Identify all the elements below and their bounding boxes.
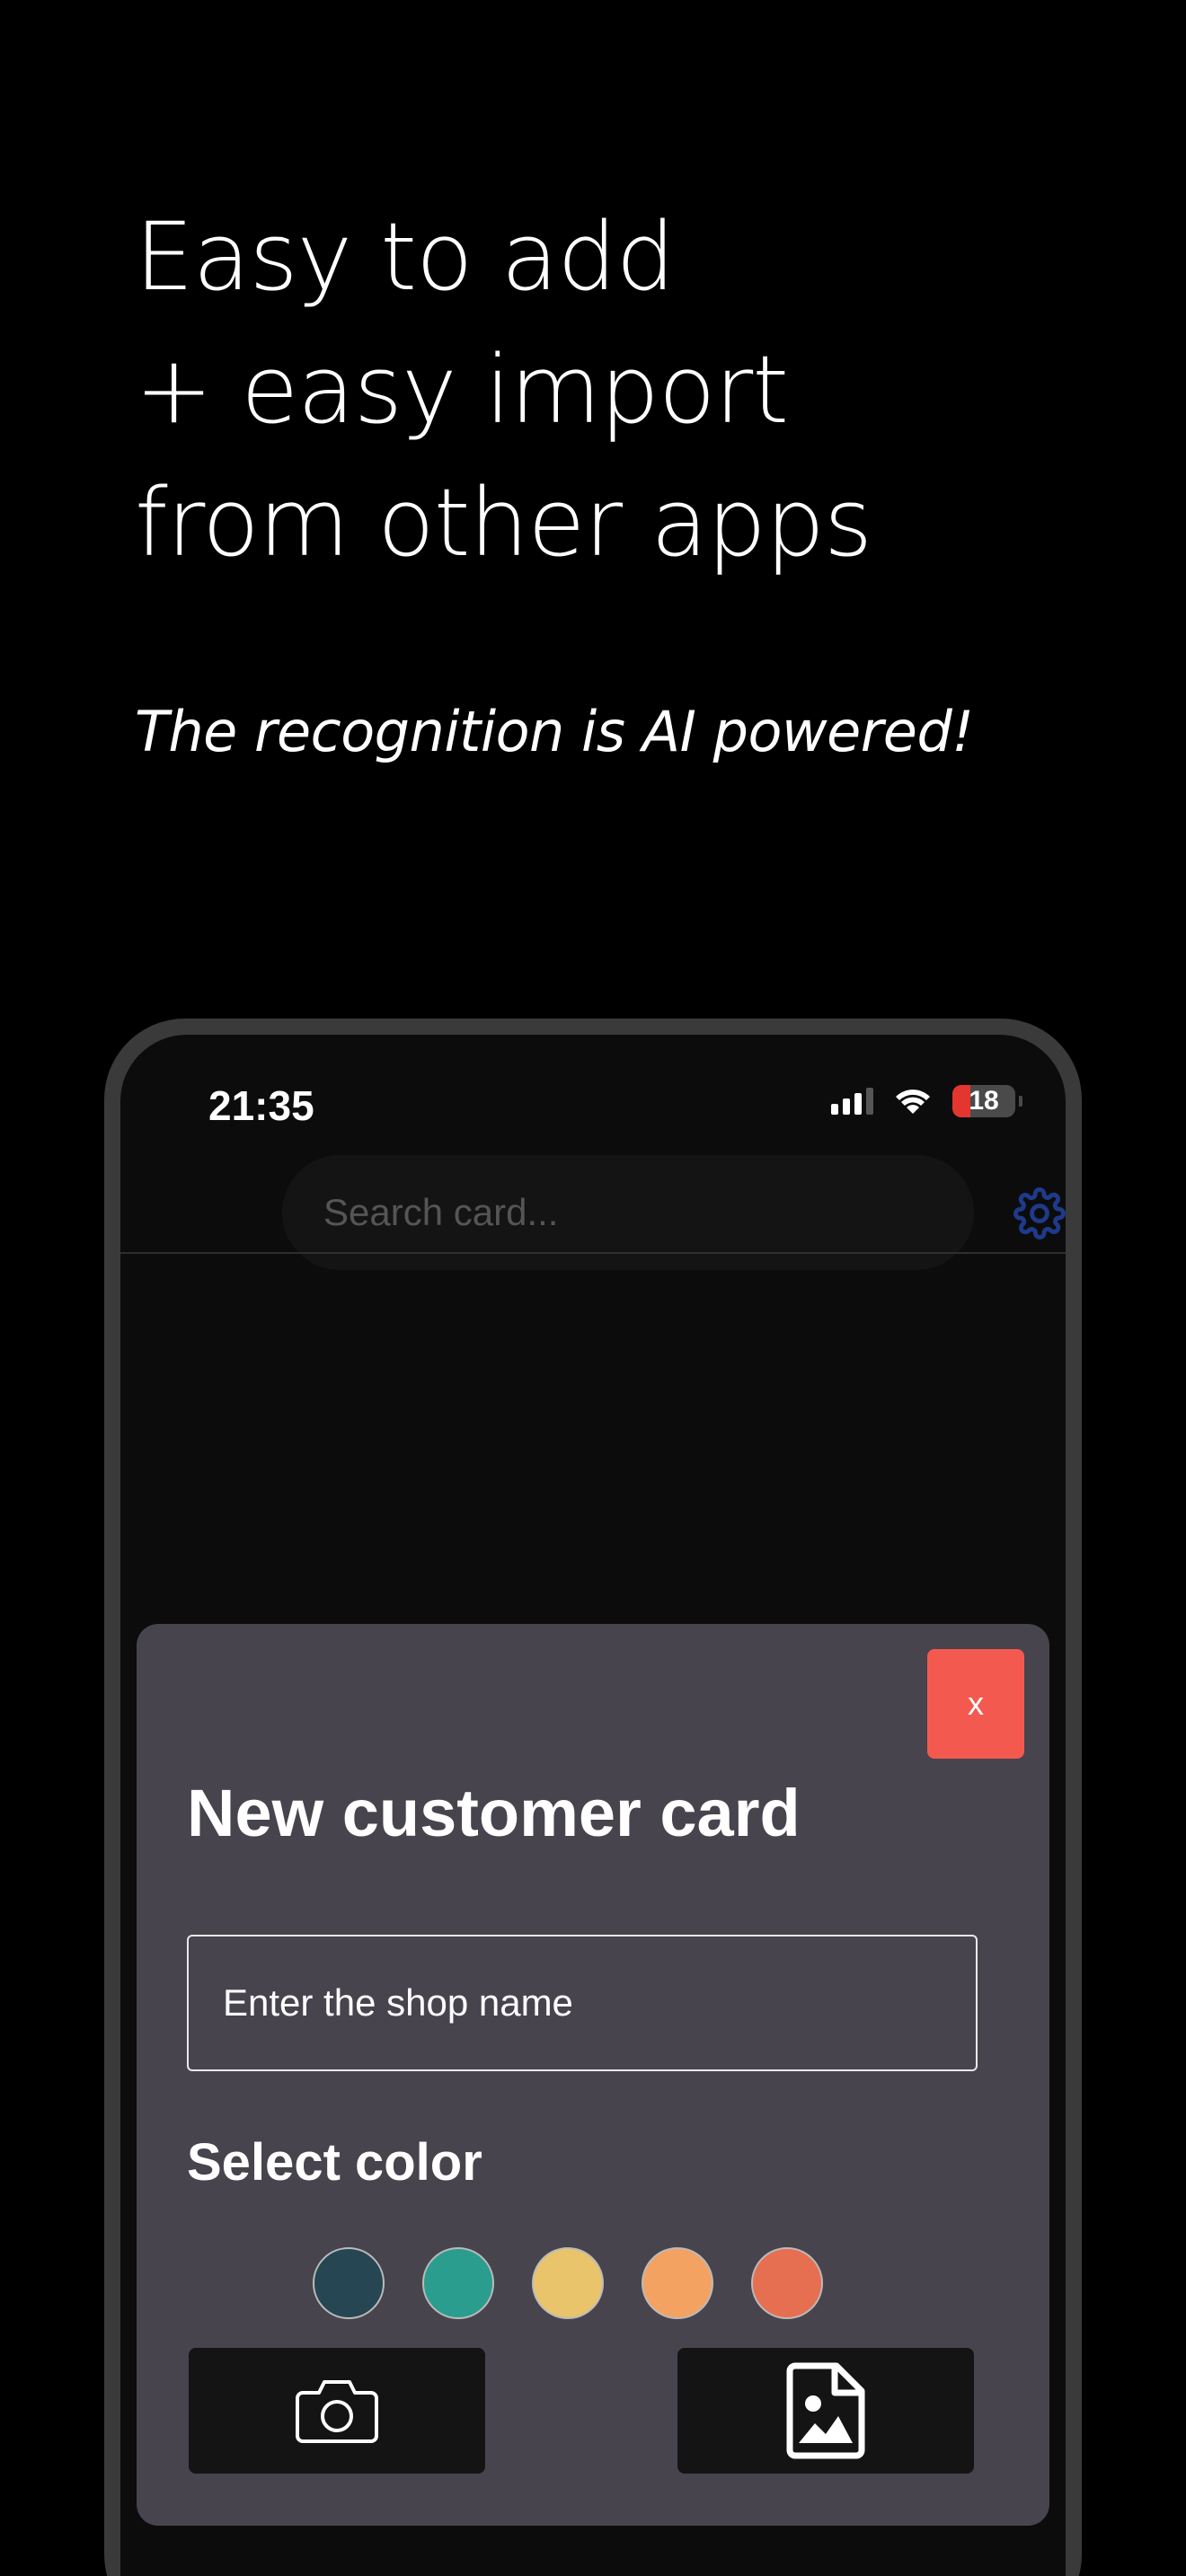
color-swatch-teal[interactable] [422,2247,494,2319]
battery-icon: 18 [952,1085,1015,1117]
color-swatch-coral[interactable] [751,2247,823,2319]
search-input[interactable] [322,1190,936,1235]
camera-button[interactable] [189,2348,485,2474]
headline-line-1: Easy to add [135,202,675,312]
color-swatch-dark-teal[interactable] [313,2247,385,2319]
signal-icon [831,1088,873,1115]
app-store-screenshot: Easy to add + easy import from other app… [0,0,1186,2576]
color-swatches [313,2247,823,2319]
shop-name-input[interactable] [187,1935,978,2071]
image-file-icon [786,2362,865,2459]
select-color-label: Select color [187,2133,482,2192]
headline-line-2: + easy import [135,335,789,445]
phone-screen: 21:35 18 Search card... x New customer c… [120,1035,1066,2576]
subheadline: The recognition is AI powered! [135,699,974,764]
color-swatch-orange[interactable] [642,2247,713,2319]
battery-tip [1019,1096,1022,1107]
wifi-icon [896,1090,930,1114]
color-swatch-yellow[interactable] [532,2247,604,2319]
import-image-button[interactable] [677,2348,974,2474]
status-time: 21:35 [208,1082,314,1129]
phone-frame: 21:35 18 Search card... x New customer c… [104,1019,1082,2576]
close-button[interactable]: x [927,1649,1024,1759]
gear-icon[interactable] [1013,1187,1066,1239]
header-divider [120,1252,1066,1254]
battery-level: 18 [969,1086,999,1116]
new-card-modal: x New customer card Select color [137,1624,1049,2526]
headline-line-3: from other apps [135,468,872,578]
camera-icon [296,2380,378,2443]
status-icons: 18 [831,1081,1022,1121]
headline: Easy to add + easy import from other app… [135,190,1123,589]
modal-title: New customer card [187,1776,801,1850]
